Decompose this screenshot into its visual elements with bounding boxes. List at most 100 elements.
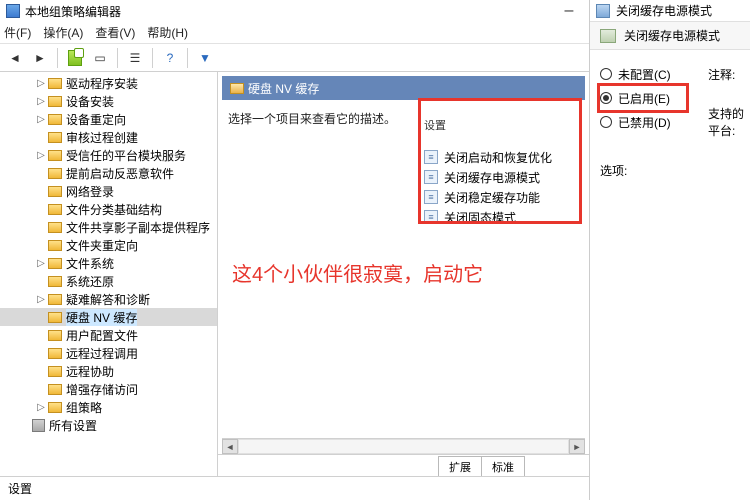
tree-item-label: 疑难解答和诊断 <box>66 291 150 308</box>
radio-enabled-row[interactable]: 已启用(E) <box>600 86 686 110</box>
tree-item-label: 网络登录 <box>66 183 114 200</box>
folder-icon <box>48 78 62 89</box>
status-bar: 设置 <box>0 476 589 500</box>
comment-label: 注释: <box>708 66 735 83</box>
tree-item-label: 文件系统 <box>66 255 114 272</box>
settings-title: 关闭缓存电源模式 <box>616 2 712 19</box>
tree-item[interactable]: 硬盘 NV 缓存 <box>0 308 217 326</box>
settings-app-icon <box>596 4 610 18</box>
up-button[interactable] <box>64 47 86 69</box>
radio-disabled-row[interactable]: 已禁用(D) 支持的平台: <box>600 110 740 134</box>
tree-item[interactable]: 文件分类基础结构 <box>0 200 217 218</box>
folder-icon <box>48 168 62 179</box>
tree-item[interactable]: ▷ 疑难解答和诊断 <box>0 290 217 308</box>
folder-icon <box>48 366 62 377</box>
tree-item[interactable]: 增强存储访问 <box>0 380 217 398</box>
horizontal-scrollbar[interactable]: ◄ ► <box>222 438 585 454</box>
tree-item[interactable]: 文件共享影子副本提供程序 <box>0 218 217 236</box>
radio-enabled[interactable] <box>600 92 612 104</box>
settings-subheader: 关闭缓存电源模式 <box>590 22 750 50</box>
tree-item-label: 所有设置 <box>49 417 97 434</box>
policy-icon: ≡ <box>424 170 438 184</box>
folder-icon <box>48 114 62 125</box>
show-hide-button[interactable]: ▭ <box>89 47 111 69</box>
menu-action[interactable]: 操作(A) <box>43 24 83 41</box>
radio-disabled[interactable] <box>600 116 612 128</box>
tree-item[interactable]: 用户配置文件 <box>0 326 217 344</box>
folder-icon <box>48 204 62 215</box>
help-button[interactable]: ? <box>159 47 181 69</box>
tree-item[interactable]: ▷受信任的平台模块服务 <box>0 146 217 164</box>
menu-help[interactable]: 帮助(H) <box>147 24 188 41</box>
policy-icon: ≡ <box>424 210 438 224</box>
expand-icon[interactable]: ▷ <box>36 78 46 89</box>
menu-bar: 件(F) 操作(A) 查看(V) 帮助(H) <box>0 22 589 44</box>
instruction-text: 选择一个项目来查看它的描述。 <box>218 100 589 127</box>
tree-item[interactable]: ▷驱动程序安装 <box>0 74 217 92</box>
tree-panel[interactable]: ▷驱动程序安装▷设备安装▷设备重定向审核过程创建▷受信任的平台模块服务提前启动反… <box>0 72 218 476</box>
settings-panel: 关闭缓存电源模式 关闭缓存电源模式 未配置(C) 注释: 已启用(E) 已禁用(… <box>590 0 750 500</box>
expand-icon[interactable]: ▷ <box>36 96 46 107</box>
folder-icon <box>48 312 62 323</box>
minimize-button[interactable]: – <box>555 4 583 18</box>
tree-item-label: 设备安装 <box>66 93 114 110</box>
tree-item-label: 文件夹重定向 <box>66 237 138 254</box>
window-titlebar: 本地组策略编辑器 – <box>0 0 589 22</box>
tree-item[interactable]: ▷设备重定向 <box>0 110 217 128</box>
forward-button[interactable]: ► <box>29 47 51 69</box>
tree-item[interactable]: ▷ 文件系统 <box>0 254 217 272</box>
settings-subtitle: 关闭缓存电源模式 <box>624 27 720 44</box>
view-tabs: 扩展 标准 <box>218 454 589 476</box>
tab-extended[interactable]: 扩展 <box>438 456 482 476</box>
back-button[interactable]: ◄ <box>4 47 26 69</box>
tree-item-label: 用户配置文件 <box>66 327 138 344</box>
folder-icon <box>48 132 62 143</box>
scroll-right-button[interactable]: ► <box>569 439 585 454</box>
expand-icon[interactable]: ▷ <box>36 114 46 125</box>
policy-icon <box>600 29 616 43</box>
policy-item[interactable]: ≡关闭稳定缓存功能 <box>224 187 583 207</box>
policy-item[interactable]: ≡ 关闭缓存电源模式 <box>224 167 583 187</box>
expand-icon[interactable]: ▷ <box>36 258 46 269</box>
folder-icon <box>48 276 62 287</box>
tree-item[interactable]: 远程过程调用 <box>0 344 217 362</box>
tree-item[interactable]: 系统还原 <box>0 272 217 290</box>
tab-standard[interactable]: 标准 <box>481 456 525 476</box>
folder-icon <box>48 96 62 107</box>
scroll-left-button[interactable]: ◄ <box>222 439 238 454</box>
policy-item[interactable]: ≡关闭启动和恢复优化 <box>224 147 583 167</box>
tree-item-all-settings[interactable]: 所有设置 <box>0 416 217 434</box>
properties-button[interactable]: ☰ <box>124 47 146 69</box>
folder-icon <box>48 348 62 359</box>
toolbar-separator <box>117 48 118 68</box>
tree-item[interactable]: 提前启动反恶意软件 <box>0 164 217 182</box>
folder-icon <box>48 330 62 341</box>
tree-item-label: 远程过程调用 <box>66 345 138 362</box>
tree-item[interactable]: 远程协助 <box>0 362 217 380</box>
policy-item[interactable]: ≡关闭固态模式 <box>224 207 583 227</box>
tree-item[interactable]: ▷ 设备安装 <box>0 92 217 110</box>
tree-item[interactable]: 网络登录 <box>0 182 217 200</box>
radio-unconfigured-row[interactable]: 未配置(C) 注释: <box>600 62 740 86</box>
tree-item-label: 审核过程创建 <box>66 129 138 146</box>
radio-unconfigured[interactable] <box>600 68 612 80</box>
tree-item-label: 组策略 <box>66 399 102 416</box>
platform-label: 支持的平台: <box>708 105 750 139</box>
expand-icon[interactable]: ▷ <box>36 402 46 413</box>
menu-view[interactable]: 查看(V) <box>95 24 135 41</box>
policy-item-label: 关闭启动和恢复优化 <box>444 149 552 166</box>
expand-icon[interactable]: ▷ <box>36 150 46 161</box>
menu-file[interactable]: 件(F) <box>4 24 31 41</box>
filter-button[interactable]: ▼ <box>194 47 216 69</box>
tree-item[interactable]: 审核过程创建 <box>0 128 217 146</box>
scroll-track[interactable] <box>238 439 569 454</box>
expand-icon[interactable]: ▷ <box>36 294 46 305</box>
toolbar-separator <box>57 48 58 68</box>
toolbar: ◄ ► ▭ ☰ ? ▼ <box>0 44 589 72</box>
tree-item[interactable]: 文件夹重定向 <box>0 236 217 254</box>
settings-icon <box>32 419 45 432</box>
tree-item[interactable]: ▷ 组策略 <box>0 398 217 416</box>
policy-item-label: 关闭缓存电源模式 <box>444 169 540 186</box>
tree-item-label: 文件共享影子副本提供程序 <box>66 219 210 236</box>
folder-icon <box>48 384 62 395</box>
